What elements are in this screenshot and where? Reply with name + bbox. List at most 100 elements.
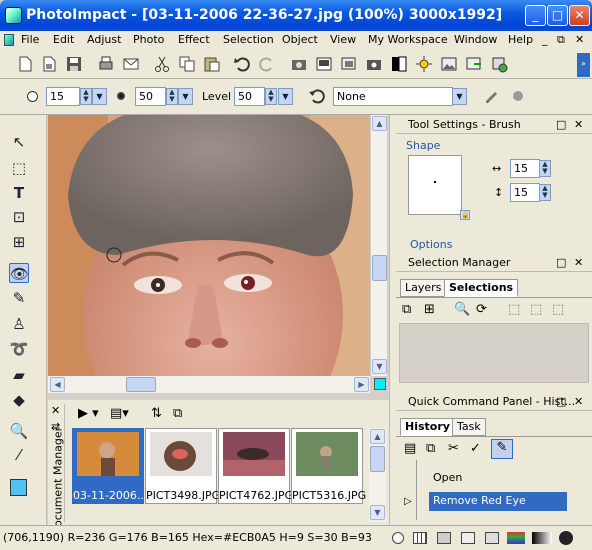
status-doc-icon[interactable] — [437, 532, 451, 544]
menu-effect[interactable]: Effect — [178, 33, 210, 46]
status-mask-icon[interactable] — [559, 531, 573, 545]
new-file-icon[interactable] — [16, 55, 34, 73]
soft-edge-spinner[interactable]: ▲ ▼ — [166, 88, 178, 105]
scroll-thumb[interactable] — [372, 255, 387, 281]
cut-icon[interactable] — [153, 55, 171, 73]
menu-window[interactable]: Window — [454, 33, 497, 46]
selection-list[interactable] — [399, 323, 589, 383]
pen-options-icon[interactable] — [483, 88, 499, 104]
history-item-remove-red-eye[interactable]: Remove Red Eye — [429, 492, 567, 511]
thumbnail-item[interactable]: PICT3498.JPG — [145, 428, 220, 504]
doc-close-button[interactable]: ✕ — [575, 33, 584, 46]
scanner-icon[interactable] — [315, 55, 333, 73]
menu-my-workspace[interactable]: My Workspace — [368, 33, 448, 46]
menu-photo[interactable]: Photo — [133, 33, 164, 46]
scroll-up-button[interactable]: ▲ — [372, 116, 387, 131]
canvas-vertical-scrollbar[interactable]: ▲ ▼ — [370, 115, 387, 376]
undo-icon[interactable] — [233, 55, 251, 73]
compare-icon[interactable] — [390, 55, 408, 73]
clone-tool-icon[interactable]: ➰ — [9, 339, 29, 359]
selection-delete-icon[interactable]: ⬚ — [552, 302, 564, 317]
docmgr-scroll-up[interactable]: ▲ — [370, 429, 385, 444]
selection-merge-icon[interactable]: ⬚ — [530, 302, 542, 317]
mail-icon[interactable] — [122, 55, 140, 73]
menu-file[interactable]: File — [21, 33, 39, 46]
paint-brush-tool-icon[interactable]: ✎ — [9, 288, 29, 308]
brush-width-spinner[interactable]: ▲ ▼ — [539, 160, 551, 177]
selection-save-icon[interactable]: ⊞ — [424, 302, 435, 317]
reset-icon[interactable] — [308, 87, 326, 105]
docmgr-scroll-thumb[interactable] — [370, 446, 385, 472]
image-canvas[interactable] — [48, 115, 370, 376]
selection-refresh-icon[interactable]: ⟳ — [476, 302, 487, 317]
paste-icon[interactable] — [203, 55, 221, 73]
eyedropper-tool-icon[interactable]: ⁄ — [9, 445, 29, 465]
docmgr-scrollbar[interactable]: ▲ ▼ — [369, 428, 386, 522]
history-edit-icon[interactable]: ✎ — [491, 439, 513, 459]
selection-add-icon[interactable]: ⧉ — [402, 302, 411, 317]
brush-size-input[interactable]: 15 — [46, 87, 80, 106]
soft-edge-input[interactable]: 50 — [135, 87, 166, 106]
new-image-icon[interactable] — [40, 55, 58, 73]
selection-zoom-icon[interactable]: 🔍 — [454, 302, 470, 317]
red-eye-tool-icon[interactable]: 👁 — [9, 263, 29, 283]
tab-task[interactable]: Task — [452, 418, 486, 436]
transform-tool-icon[interactable]: ⊞ — [9, 232, 29, 252]
status-window-icon[interactable] — [485, 532, 499, 544]
crop-tool-icon[interactable]: ⊡ — [9, 207, 29, 227]
scroll-hthumb[interactable] — [126, 377, 156, 392]
preset-dropdown[interactable]: ▼ — [452, 88, 467, 105]
panel-restore-button[interactable]: □ — [556, 392, 566, 411]
menu-object[interactable]: Object — [282, 33, 318, 46]
pick-tool-icon[interactable]: ↖ — [9, 132, 29, 152]
doc-icon[interactable] — [4, 34, 14, 46]
brush-height-spinner[interactable]: ▲ ▼ — [539, 184, 551, 201]
zoom-tool-icon[interactable]: 🔍 — [9, 421, 29, 441]
preset-select[interactable]: None — [333, 87, 453, 106]
copy-icon[interactable] — [178, 55, 196, 73]
panel-restore-button[interactable]: □ — [556, 253, 566, 272]
panel-close-button[interactable]: ✕ — [574, 115, 583, 134]
panel-close-button[interactable]: ✕ — [574, 392, 583, 411]
save-icon[interactable] — [65, 55, 83, 73]
history-delete-icon[interactable]: ✂ — [448, 441, 459, 456]
status-rgb-icon[interactable] — [507, 532, 525, 544]
toolbar-overflow-button[interactable]: » — [577, 53, 590, 77]
brush-size-spinner[interactable]: ▲ ▼ — [80, 88, 92, 105]
doc-restore-button[interactable]: ⧉ — [557, 33, 565, 47]
selection-tool-icon[interactable]: ⬚ — [9, 158, 29, 178]
eraser-tool-icon[interactable]: ▰ — [9, 365, 29, 385]
menu-adjust[interactable]: Adjust — [87, 33, 121, 46]
menu-view[interactable]: View — [330, 33, 356, 46]
brightness-icon[interactable] — [415, 55, 433, 73]
navigator-button[interactable] — [374, 378, 386, 390]
stamp-tool-icon[interactable]: ♙ — [9, 314, 29, 334]
portrait-photo[interactable] — [48, 115, 370, 376]
sort-icon[interactable]: ⇅ — [151, 406, 162, 421]
selection-copy-icon[interactable]: ⬚ — [508, 302, 520, 317]
panel-splitter[interactable] — [389, 115, 396, 525]
maximize-button[interactable]: □ — [547, 5, 568, 26]
ball-options-icon[interactable] — [510, 88, 526, 104]
thumbnail-item[interactable]: PICT5316.JPG — [291, 428, 366, 504]
history-apply-icon[interactable]: ✓ — [470, 441, 481, 456]
fill-tool-icon[interactable]: ◆ — [9, 390, 29, 410]
brush-shape-preview[interactable] — [408, 155, 462, 215]
scroll-right-button[interactable]: ▶ — [354, 377, 369, 392]
menu-selection[interactable]: Selection — [223, 33, 274, 46]
status-color-icon[interactable] — [392, 532, 404, 544]
lock-aspect-button[interactable]: 🔒 — [460, 210, 470, 220]
status-grid-icon[interactable] — [413, 532, 427, 544]
status-gradient-icon[interactable] — [532, 532, 552, 544]
canvas-horizontal-scrollbar[interactable]: ◀ ▶ — [48, 376, 370, 393]
soft-edge-dropdown[interactable]: ▼ — [178, 88, 193, 105]
text-tool-icon[interactable]: T — [9, 183, 29, 203]
scroll-down-button[interactable]: ▼ — [372, 359, 387, 374]
brush-height-input[interactable]: 15 — [510, 183, 540, 202]
docmgr-close-button[interactable]: ✕ — [51, 404, 60, 417]
web-icon[interactable] — [490, 55, 508, 73]
tab-history[interactable]: History — [400, 418, 455, 436]
thumbnail-item[interactable]: PICT4762.JPG — [218, 428, 293, 504]
minimize-button[interactable]: _ — [525, 5, 546, 26]
thumbnail-item[interactable]: 03-11-2006... — [72, 428, 147, 504]
